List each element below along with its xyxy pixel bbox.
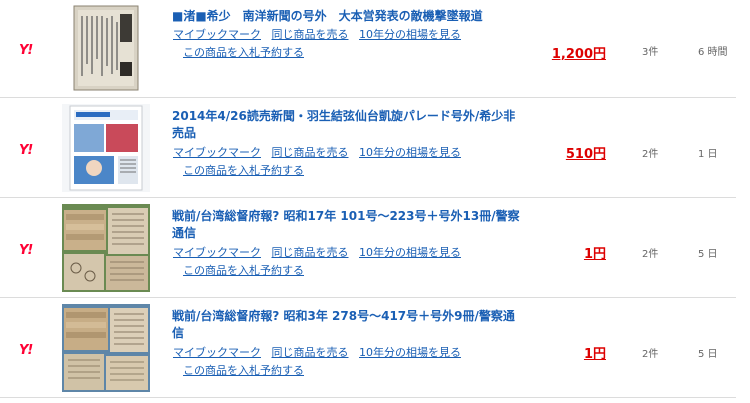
list-item: Y!: [0, 300, 736, 398]
mybookmark-link[interactable]: マイブックマーク: [173, 28, 261, 41]
sell-same-link[interactable]: 同じ商品を売る: [272, 346, 349, 359]
item-action-links: マイブックマーク 同じ商品を売る 10年分の相場を見る: [173, 346, 468, 360]
item-action-links: マイブックマーク 同じ商品を売る 10年分の相場を見る: [173, 146, 468, 160]
list-item: Y! ■渚■希少 南洋新聞の号外 大本営発表の敵機撃墜報道 マイブックマーク 同…: [0, 0, 736, 98]
item-price[interactable]: 1円: [516, 343, 606, 362]
time-left: 1 日: [698, 149, 718, 160]
item-thumbnail[interactable]: [62, 104, 150, 192]
item-thumbnail[interactable]: [62, 204, 150, 292]
list-item: Y! 2014年4/26読売新聞・羽生結弦仙台凱旋パレード号外/希少非売品 マイ: [0, 100, 736, 198]
item-title-link[interactable]: 戦前/台湾総督府報? 昭和17年 101号～223号＋号外13冊/警察通信: [172, 208, 522, 242]
sell-same-link[interactable]: 同じ商品を売る: [272, 28, 349, 41]
auction-results-list: Y! ■渚■希少 南洋新聞の号外 大本営発表の敵機撃墜報道 マイブックマーク 同…: [0, 0, 750, 403]
market-10y-link[interactable]: 10年分の相場を見る: [359, 246, 461, 259]
item-title-link[interactable]: 戦前/台湾総督府報? 昭和3年 278号～417号＋号外9冊/警察通信: [172, 308, 522, 342]
yahoo-auction-icon: Y!: [19, 43, 33, 58]
reserve-bid-link[interactable]: この商品を入札予約する: [183, 264, 304, 278]
bid-count: 3件: [642, 47, 659, 58]
item-price[interactable]: 1,200円: [516, 43, 606, 62]
item-price[interactable]: 510円: [516, 143, 606, 162]
time-left: 6 時間: [698, 47, 728, 58]
bid-count: 2件: [642, 249, 659, 260]
item-title-link[interactable]: 2014年4/26読売新聞・羽生結弦仙台凱旋パレード号外/希少非売品: [172, 108, 522, 142]
market-10y-link[interactable]: 10年分の相場を見る: [359, 346, 461, 359]
item-price[interactable]: 1円: [516, 243, 606, 262]
time-left: 5 日: [698, 249, 718, 260]
mybookmark-link[interactable]: マイブックマーク: [173, 346, 261, 359]
item-action-links: マイブックマーク 同じ商品を売る 10年分の相場を見る: [173, 28, 468, 42]
sell-same-link[interactable]: 同じ商品を売る: [272, 246, 349, 259]
sell-same-link[interactable]: 同じ商品を売る: [272, 146, 349, 159]
reserve-bid-link[interactable]: この商品を入札予約する: [183, 46, 304, 60]
reserve-bid-link[interactable]: この商品を入札予約する: [183, 164, 304, 178]
reserve-bid-link[interactable]: この商品を入札予約する: [183, 364, 304, 378]
bid-count: 2件: [642, 149, 659, 160]
list-item: Y!: [0, 200, 736, 298]
item-thumbnail[interactable]: [62, 304, 150, 392]
item-action-links: マイブックマーク 同じ商品を売る 10年分の相場を見る: [173, 246, 468, 260]
market-10y-link[interactable]: 10年分の相場を見る: [359, 28, 461, 41]
item-title-link[interactable]: ■渚■希少 南洋新聞の号外 大本営発表の敵機撃墜報道: [172, 8, 522, 25]
yahoo-auction-icon: Y!: [19, 143, 33, 158]
yahoo-auction-icon: Y!: [19, 343, 33, 358]
bid-count: 2件: [642, 349, 659, 360]
time-left: 5 日: [698, 349, 718, 360]
yahoo-auction-icon: Y!: [19, 243, 33, 258]
market-10y-link[interactable]: 10年分の相場を見る: [359, 146, 461, 159]
item-thumbnail[interactable]: [62, 4, 150, 92]
mybookmark-link[interactable]: マイブックマーク: [173, 146, 261, 159]
mybookmark-link[interactable]: マイブックマーク: [173, 246, 261, 259]
